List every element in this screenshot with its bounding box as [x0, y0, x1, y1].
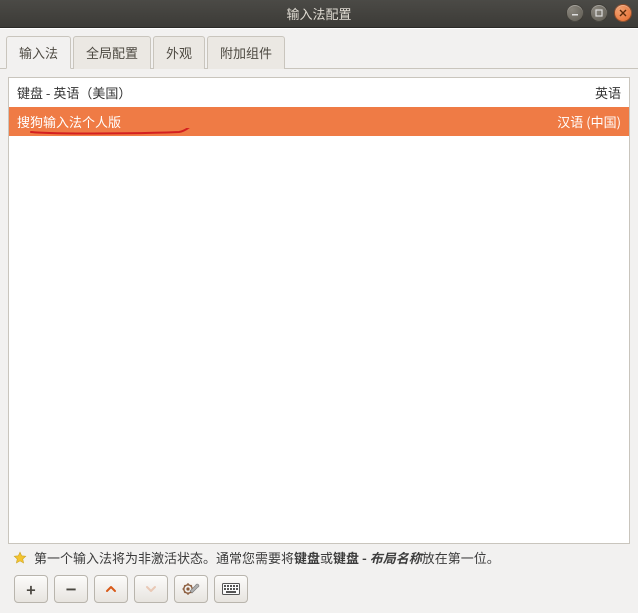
window-title: 输入法配置 [286, 4, 351, 23]
chevron-up-icon [105, 583, 117, 595]
hint-bolditalic: 布局名称 [370, 548, 422, 567]
close-button[interactable] [614, 4, 632, 22]
im-name: 键盘 - 英语（美国） [17, 83, 595, 102]
tab-label: 全局配置 [86, 43, 138, 62]
tab-global-config[interactable]: 全局配置 [73, 36, 151, 69]
tab-content: 键盘 - 英语（美国） 英语 搜狗输入法个人版 汉语 (中国) 第一个输入法将为… [0, 69, 638, 613]
im-name: 搜狗输入法个人版 [17, 112, 557, 131]
keyboard-icon [222, 583, 240, 595]
titlebar: 输入法配置 [0, 0, 638, 28]
tab-appearance[interactable]: 外观 [153, 36, 205, 69]
hint-bold2: 键盘 - [333, 548, 370, 567]
tab-input-method[interactable]: 输入法 [6, 36, 71, 69]
hint-text: 第一个输入法将为非激活状态。通常您需要将键盘或键盘 - 布局名称放在第一位。 [34, 548, 500, 567]
configure-button[interactable] [174, 575, 208, 603]
tab-label: 外观 [166, 43, 192, 62]
tab-label: 输入法 [19, 43, 58, 62]
window-body: 输入法 全局配置 外观 附加组件 键盘 - 英语（美国） 英语 搜狗输入法个人版… [0, 28, 638, 613]
hint-bar: 第一个输入法将为非激活状态。通常您需要将键盘或键盘 - 布局名称放在第一位。 [8, 544, 630, 569]
maximize-button[interactable] [590, 4, 608, 22]
tab-label: 附加组件 [220, 43, 272, 62]
move-up-button[interactable] [94, 575, 128, 603]
star-icon [12, 550, 28, 566]
im-lang: 汉语 (中国) [557, 112, 621, 131]
keyboard-layout-button[interactable] [214, 575, 248, 603]
tab-bar: 输入法 全局配置 外观 附加组件 [0, 29, 638, 69]
list-item[interactable]: 键盘 - 英语（美国） 英语 [9, 78, 629, 107]
hint-pre: 第一个输入法将为非激活状态。通常您需要将 [34, 548, 294, 567]
minus-icon: − [66, 576, 77, 602]
list-item[interactable]: 搜狗输入法个人版 汉语 (中国) [9, 107, 629, 136]
tab-addons[interactable]: 附加组件 [207, 36, 285, 69]
window-controls [566, 4, 632, 22]
hint-bold1: 键盘 [294, 548, 320, 567]
toolbar: + − [8, 569, 630, 609]
move-down-button[interactable] [134, 575, 168, 603]
im-lang: 英语 [595, 83, 621, 102]
plus-icon: + [26, 577, 35, 601]
minimize-button[interactable] [566, 4, 584, 22]
remove-button[interactable]: − [54, 575, 88, 603]
hint-mid: 或 [320, 548, 333, 567]
add-button[interactable]: + [14, 575, 48, 603]
chevron-down-icon [145, 583, 157, 595]
input-method-list[interactable]: 键盘 - 英语（美国） 英语 搜狗输入法个人版 汉语 (中国) [8, 77, 630, 544]
gear-wrench-icon [182, 581, 200, 597]
hint-post: 放在第一位。 [422, 548, 500, 567]
